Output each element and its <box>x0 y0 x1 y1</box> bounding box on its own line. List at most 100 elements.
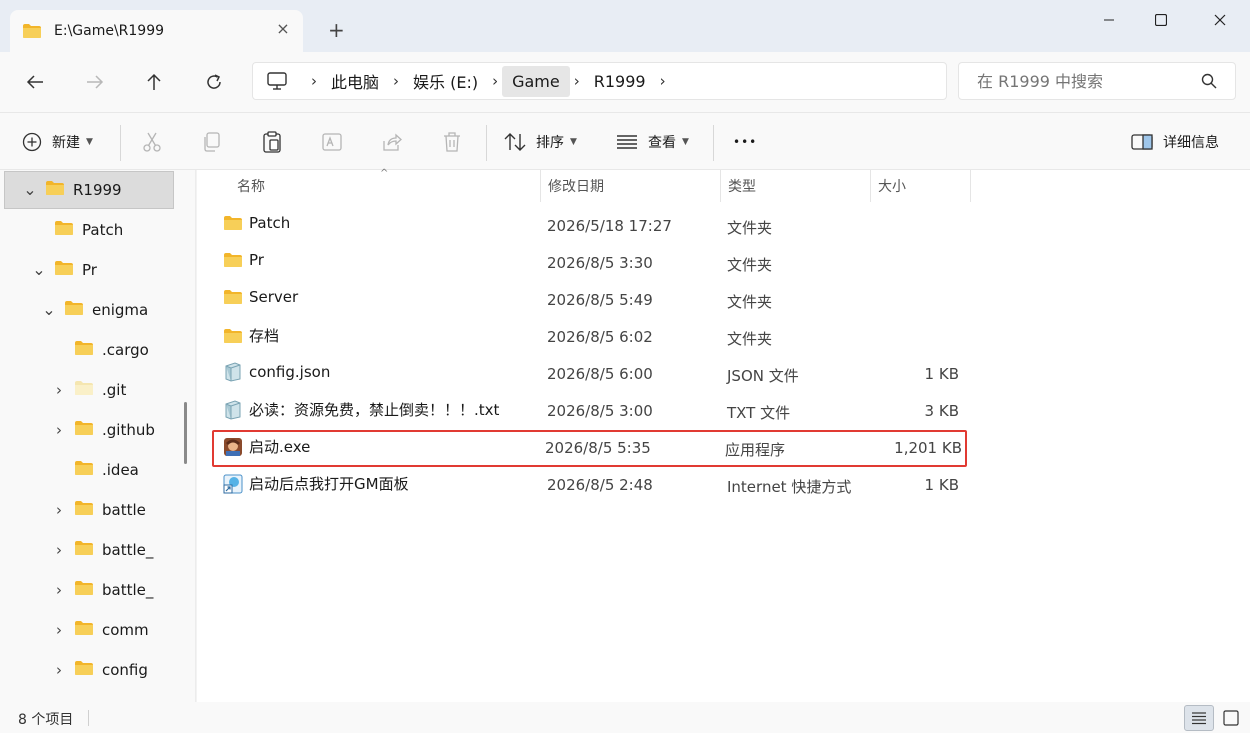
column-divider[interactable] <box>870 170 871 202</box>
refresh-button[interactable] <box>197 66 231 98</box>
sidebar-item[interactable]: › .git <box>0 371 126 409</box>
file-row[interactable]: Patch 2026/5/18 17:27 文件夹 <box>215 208 965 245</box>
forward-button[interactable] <box>78 66 112 98</box>
breadcrumb-this-pc[interactable]: 此电脑 <box>321 63 389 99</box>
close-window-button[interactable] <box>1197 8 1243 32</box>
breadcrumb-separator[interactable]: › <box>389 72 403 90</box>
column-header-date[interactable]: 修改日期 <box>548 170 604 202</box>
chevron-right-icon[interactable]: › <box>52 382 66 398</box>
new-tab-button[interactable]: + <box>328 18 345 42</box>
back-button[interactable] <box>18 66 52 98</box>
chevron-down-icon[interactable]: ⌄ <box>42 302 56 318</box>
tab-current[interactable]: E:\Game\R1999 × <box>10 10 303 52</box>
breadcrumb-separator[interactable]: › <box>488 72 502 90</box>
item-count: 8 个项目 <box>18 712 74 728</box>
file-row[interactable]: Server 2026/8/5 5:49 文件夹 <box>215 282 965 319</box>
cut-button[interactable] <box>141 127 163 157</box>
breadcrumb-drive-e[interactable]: 娱乐 (E:) <box>403 63 488 99</box>
share-icon <box>383 133 402 151</box>
sidebar-item-label: .idea <box>102 461 139 479</box>
folder-icon <box>74 620 94 640</box>
folder-icon <box>74 380 94 400</box>
toolbar-divider <box>486 125 487 161</box>
file-row[interactable]: 启动后点我打开GM面板 2026/8/5 2:48 Internet 快捷方式 1 K… <box>215 467 965 504</box>
file-row[interactable]: 必读：资源免费，禁止倒卖！！！.txt 2026/8/5 3:00 TXT 文件 3 … <box>215 393 965 430</box>
column-header-name[interactable]: 名称 <box>237 170 265 202</box>
chevron-down-icon[interactable]: ⌄ <box>32 262 46 278</box>
file-row[interactable]: 存档 2026/8/5 6:02 文件夹 <box>215 319 965 356</box>
minimize-button[interactable] <box>1086 8 1132 32</box>
breadcrumb-r1999[interactable]: R1999 <box>584 66 656 97</box>
chevron-right-icon[interactable]: › <box>52 582 66 598</box>
paste-button[interactable] <box>261 127 283 157</box>
file-name: 必读：资源免费，禁止倒卖！！！.txt <box>249 401 500 419</box>
sidebar-item[interactable]: › .github <box>0 411 155 449</box>
chevron-down-icon[interactable]: ⌄ <box>23 182 37 198</box>
file-row[interactable]: config.json 2026/8/5 6:00 JSON 文件 1 KB <box>215 356 965 393</box>
view-button[interactable]: 查看 ▼ <box>616 127 689 157</box>
details-pane-button[interactable]: 详细信息 <box>1131 127 1219 157</box>
chevron-right-icon[interactable]: › <box>52 502 66 518</box>
text-file-icon <box>223 399 243 420</box>
column-divider[interactable] <box>720 170 721 202</box>
folder-icon <box>74 660 94 680</box>
column-header-type[interactable]: 类型 <box>728 170 756 202</box>
search-input[interactable] <box>977 71 1187 91</box>
breadcrumb-separator[interactable]: › <box>656 72 670 90</box>
scrollbar-thumb[interactable] <box>184 402 187 464</box>
column-divider[interactable] <box>540 170 541 202</box>
file-date: 2026/8/5 5:35 <box>545 439 651 457</box>
column-divider[interactable] <box>970 170 971 202</box>
folder-icon <box>74 420 94 440</box>
clipboard-icon <box>263 131 281 153</box>
sort-button[interactable]: 排序 ▼ <box>504 127 577 157</box>
sidebar-item[interactable]: › battle_ <box>0 531 153 569</box>
delete-button[interactable] <box>441 127 463 157</box>
close-icon <box>1214 14 1226 26</box>
file-row[interactable]: Pr 2026/8/5 3:30 文件夹 <box>215 245 965 282</box>
file-name-cell: config.json <box>223 362 330 382</box>
sidebar-item[interactable]: .idea <box>0 451 139 489</box>
address-bar[interactable]: › 此电脑 › 娱乐 (E:) › Game › R1999 › <box>252 62 947 100</box>
column-header-size[interactable]: 大小 <box>878 170 906 202</box>
new-button[interactable]: 新建 ▼ <box>22 127 93 157</box>
file-size: 1,201 KB <box>894 439 962 457</box>
sidebar-item[interactable]: ⌄ Pr <box>0 251 97 289</box>
breadcrumb-game[interactable]: Game <box>502 65 570 97</box>
folder-icon <box>74 500 94 520</box>
up-button[interactable] <box>137 66 171 98</box>
maximize-button[interactable] <box>1138 8 1184 32</box>
sidebar-scrollbar[interactable] <box>176 170 195 702</box>
search-box[interactable] <box>958 62 1236 100</box>
sidebar-item[interactable]: .cargo <box>0 331 149 369</box>
tiles-view-button[interactable] <box>1216 705 1246 731</box>
folder-icon <box>223 215 243 231</box>
add-circle-icon <box>22 132 42 152</box>
chevron-right-icon[interactable]: › <box>52 622 66 638</box>
breadcrumb-separator: › <box>311 72 317 90</box>
sidebar-item[interactable]: › battle <box>0 491 146 529</box>
breadcrumb-separator[interactable]: › <box>570 72 584 90</box>
sidebar-item-label: .cargo <box>102 341 149 359</box>
sidebar-item[interactable]: › config <box>0 651 148 689</box>
details-view-button[interactable] <box>1184 705 1214 731</box>
sidebar-item[interactable]: ⌄ enigma <box>0 291 148 329</box>
command-bar: 新建 ▼ 排序 ▼ 查看 ▼ ••• 详细信息 <box>0 112 1250 170</box>
sidebar-item[interactable]: ⌄ R1999 <box>4 171 174 209</box>
toolbar-divider <box>120 125 121 161</box>
copy-button[interactable] <box>201 127 223 157</box>
more-options-button[interactable]: ••• <box>733 127 757 157</box>
chevron-right-icon[interactable]: › <box>52 422 66 438</box>
close-tab-icon[interactable]: × <box>273 19 293 38</box>
share-button[interactable] <box>381 127 403 157</box>
rename-button[interactable] <box>321 127 343 157</box>
sidebar-item[interactable]: › comm <box>0 611 149 649</box>
chevron-right-icon[interactable]: › <box>52 662 66 678</box>
sidebar-item[interactable]: › battle_ <box>0 571 153 609</box>
file-row[interactable]: 启动.exe 2026/8/5 5:35 应用程序 1,201 KB <box>212 430 967 467</box>
sidebar-item[interactable]: Patch <box>0 211 123 249</box>
file-type: Internet 快捷方式 <box>727 478 852 496</box>
chevron-right-icon[interactable]: › <box>52 542 66 558</box>
arrow-right-icon <box>87 75 104 89</box>
file-name: config.json <box>249 363 331 381</box>
